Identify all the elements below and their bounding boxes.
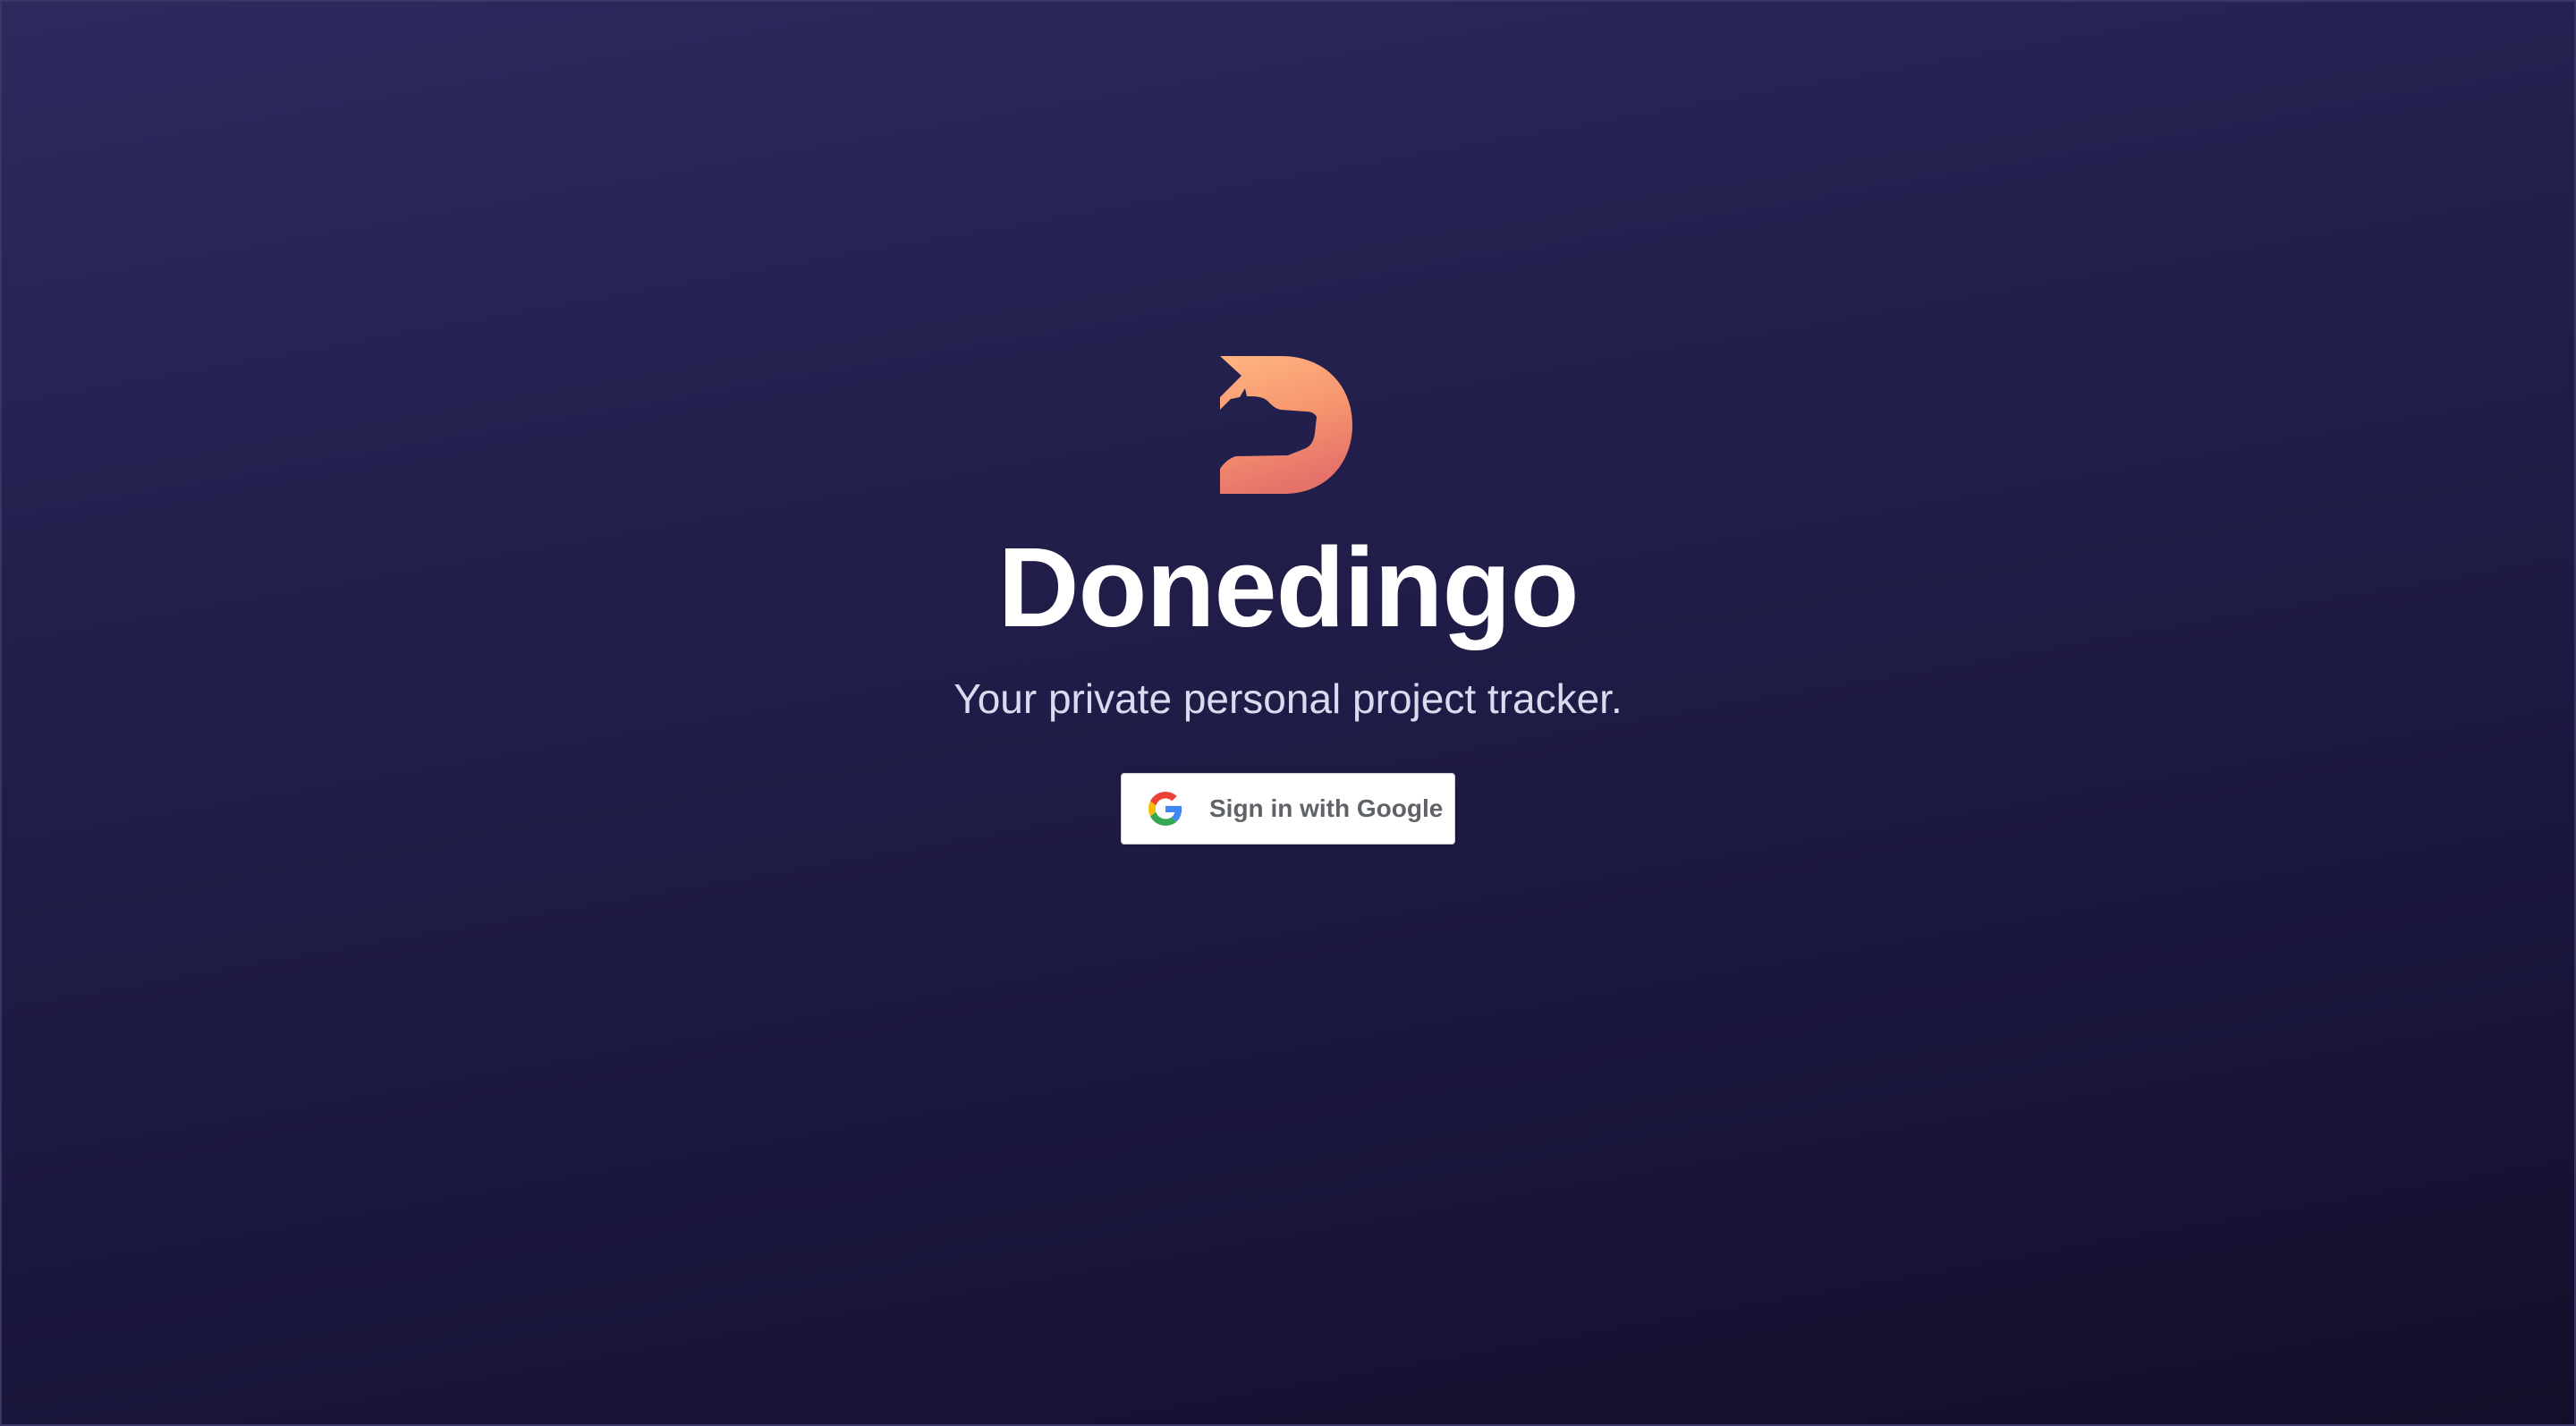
google-button-label: Sign in with Google: [1209, 794, 1444, 822]
app-title: Donedingo: [997, 524, 1580, 650]
app-tagline: Your private personal project tracker.: [953, 675, 1623, 722]
sign-in-with-google-button[interactable]: Sign in with Google: [1121, 773, 1455, 845]
landing-page: Donedingo Your private personal project …: [0, 0, 2576, 1426]
google-g-icon: [1148, 792, 1182, 826]
dingo-d-logo-icon: [1220, 356, 1352, 494]
